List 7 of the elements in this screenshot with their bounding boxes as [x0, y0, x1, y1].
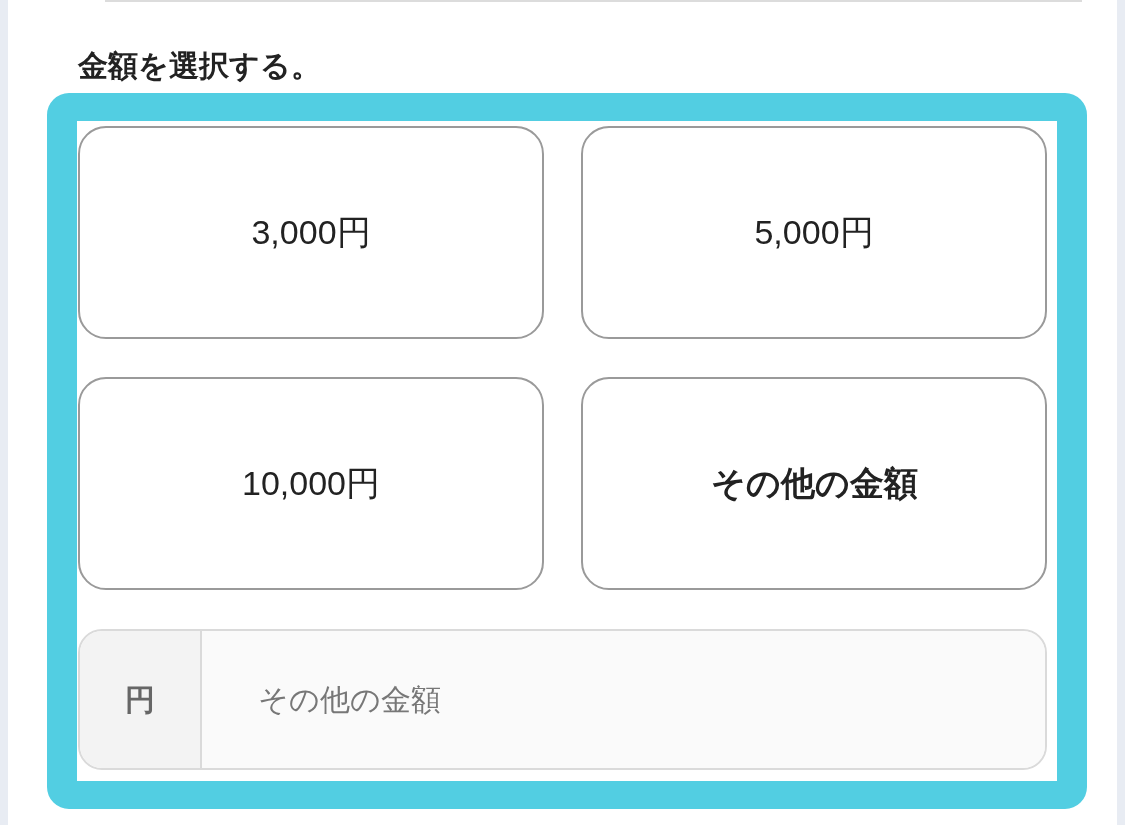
section-heading: 金額を選択する。 — [78, 48, 321, 84]
amount-option-button[interactable]: 5,000円 — [581, 126, 1047, 339]
amount-input-group[interactable]: 円 その他の金額 — [78, 629, 1047, 770]
amount-option-button[interactable]: 10,000円 — [78, 377, 544, 590]
amount-option-button[interactable]: その他の金額 — [581, 377, 1047, 590]
currency-prefix: 円 — [80, 631, 202, 768]
amount-option-button[interactable]: 3,000円 — [78, 126, 544, 339]
